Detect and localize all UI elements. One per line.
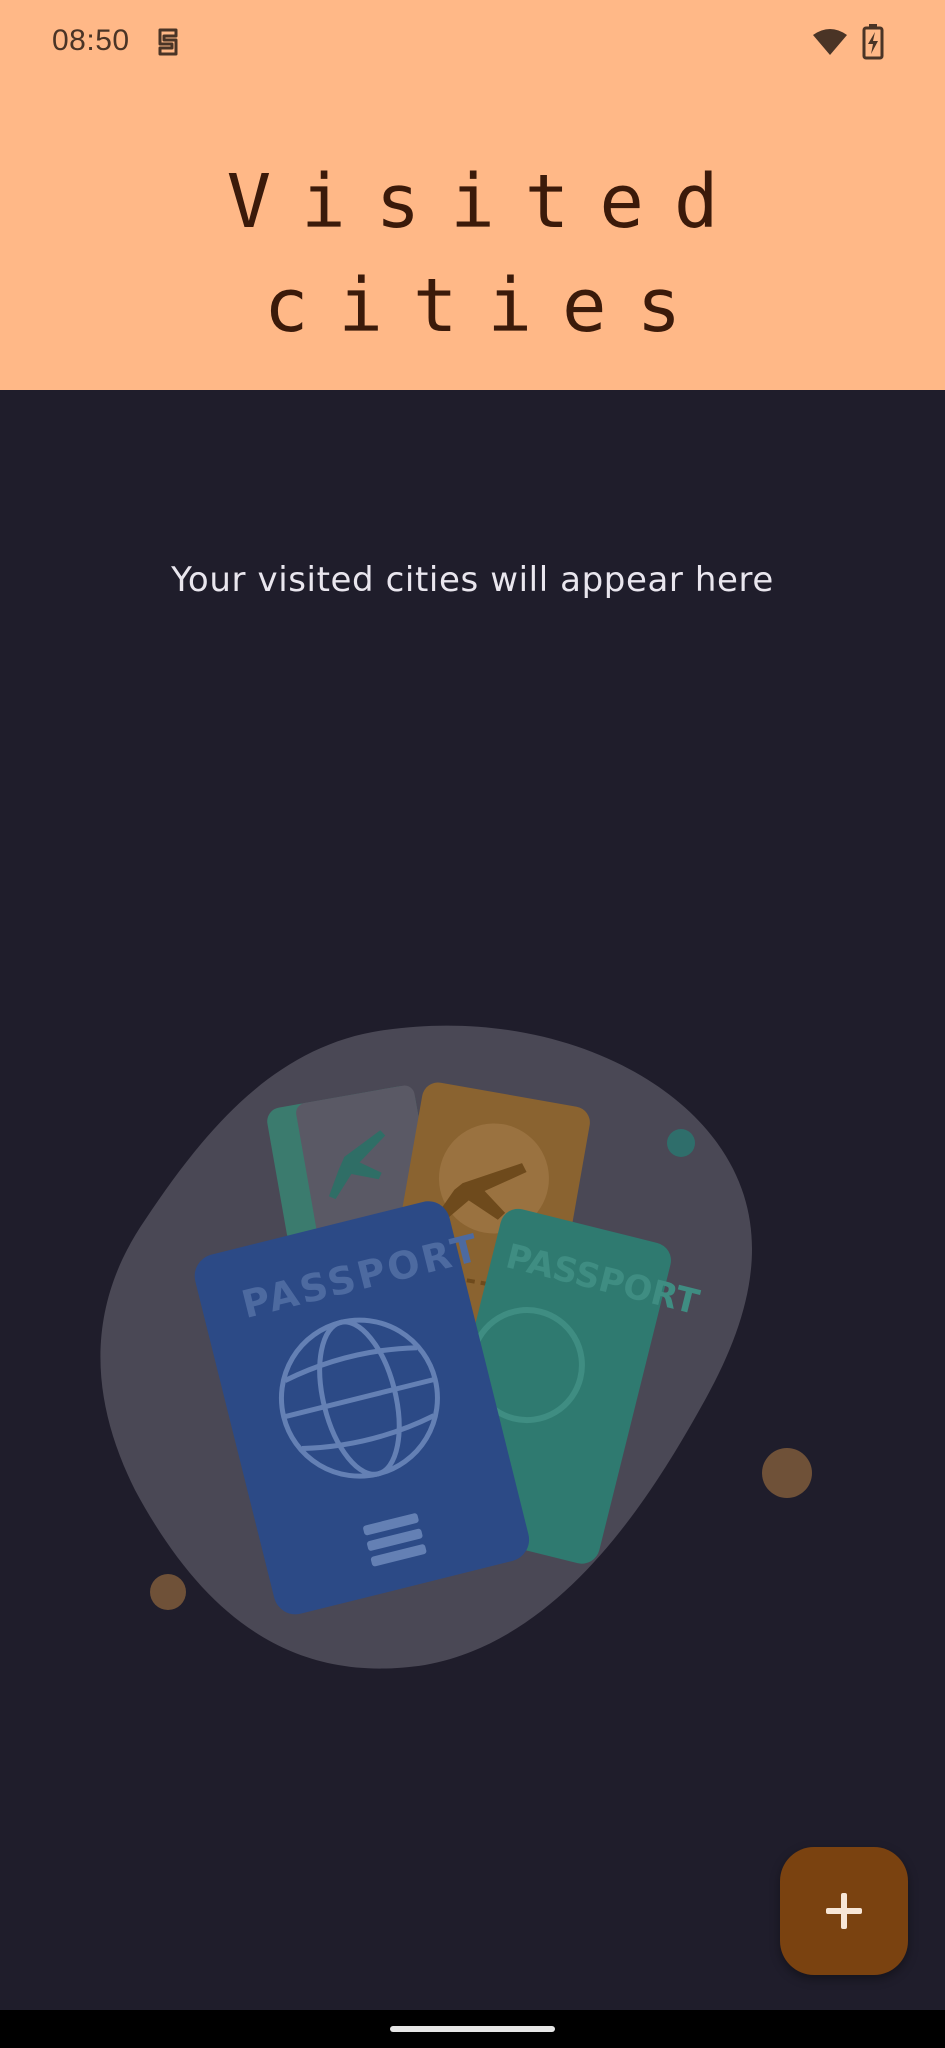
decor-dot-orange-right [762, 1448, 812, 1498]
decor-dot-orange-left [150, 1574, 186, 1610]
wifi-icon [813, 29, 847, 55]
add-city-button[interactable] [780, 1847, 908, 1975]
empty-state-message: Your visited cities will appear here [171, 560, 774, 600]
status-bar: 08:50 [0, 0, 945, 88]
page-title: Visited cities [226, 159, 749, 349]
status-time: 08:50 [52, 24, 130, 57]
app-notification-icon [158, 28, 178, 56]
app-header: Visited cities [0, 88, 945, 390]
decor-dot-teal [667, 1129, 695, 1157]
home-gesture-handle[interactable] [390, 2026, 555, 2032]
empty-state-illustration: PASSPORT PASSPORT [100, 1025, 812, 1669]
plus-icon [826, 1893, 862, 1929]
battery-charging-icon [862, 24, 884, 60]
